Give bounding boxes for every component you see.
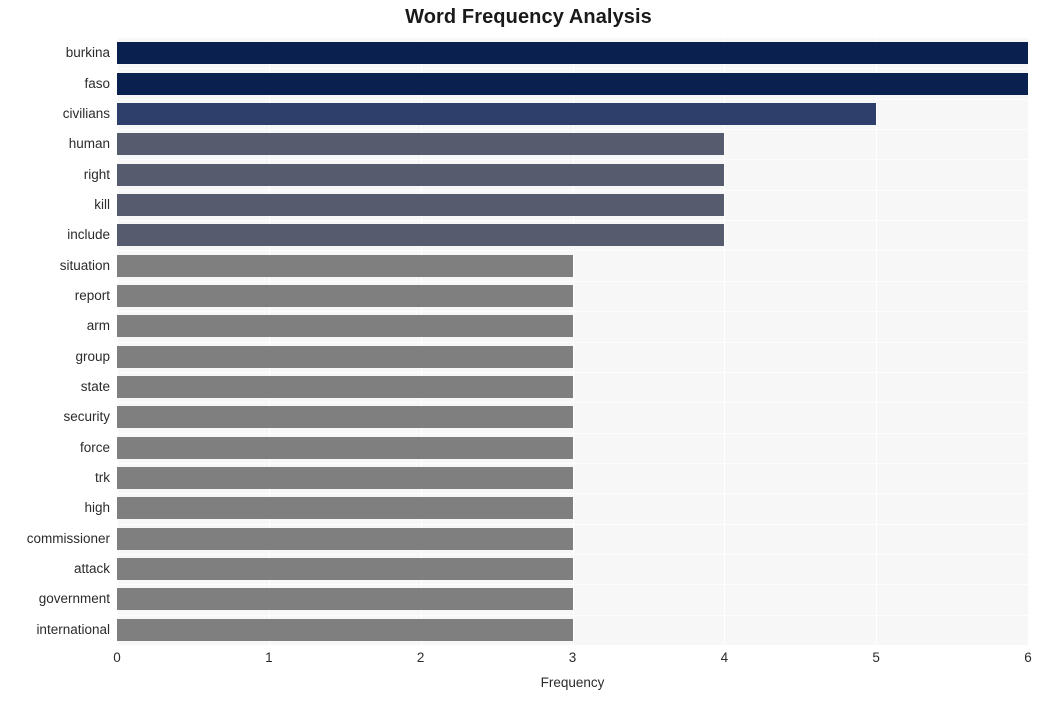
bar[interactable]: [117, 224, 725, 247]
y-axis-label: right: [83, 166, 110, 182]
word-frequency-chart: Word Frequency Analysis burkina faso civil…: [0, 0, 1057, 701]
bar[interactable]: [117, 193, 725, 216]
bar[interactable]: [117, 618, 573, 641]
gridline-horizontal: [117, 615, 1028, 616]
y-axis-label: attack: [73, 561, 110, 577]
gridline-horizontal: [117, 463, 1028, 464]
bar[interactable]: [117, 72, 1028, 95]
bar[interactable]: [117, 406, 573, 429]
y-axis-label: high: [84, 500, 110, 516]
gridline-horizontal: [117, 281, 1028, 282]
bar[interactable]: [117, 467, 573, 490]
bar[interactable]: [117, 588, 573, 611]
gridline-horizontal: [117, 372, 1028, 373]
x-axis-tick: 6: [1024, 650, 1032, 665]
y-axis-label: group: [75, 348, 110, 364]
y-axis-label: trk: [95, 470, 110, 486]
gridline-horizontal: [117, 190, 1028, 191]
bar[interactable]: [117, 133, 725, 156]
y-axis-label: situation: [59, 257, 110, 273]
gridline-horizontal: [117, 68, 1028, 69]
x-axis-tick: 5: [872, 650, 880, 665]
bar[interactable]: [117, 376, 573, 399]
bar[interactable]: [117, 527, 573, 550]
bar[interactable]: [117, 558, 573, 581]
y-axis-label: commissioner: [26, 530, 110, 546]
bar[interactable]: [117, 254, 573, 277]
y-axis-label: faso: [84, 75, 110, 91]
x-axis-tick: 3: [568, 650, 577, 665]
bar[interactable]: [117, 163, 725, 186]
gridline-horizontal: [117, 402, 1028, 403]
bar[interactable]: [117, 42, 1028, 65]
gridline-horizontal: [117, 584, 1028, 585]
gridline-horizontal: [117, 524, 1028, 525]
y-axis-label: burkina: [65, 45, 110, 61]
bar[interactable]: [117, 315, 573, 338]
bar[interactable]: [117, 497, 573, 520]
chart-title: Word Frequency Analysis: [405, 6, 652, 28]
y-axis-label: arm: [86, 318, 110, 334]
gridline-horizontal: [117, 159, 1028, 160]
x-axis-title: Frequency: [540, 675, 605, 690]
x-axis-tick: 2: [416, 650, 425, 665]
x-axis-tick-labels: 0 1 2 3 4 5 6: [0, 650, 1057, 672]
gridline-horizontal: [117, 129, 1028, 130]
gridline-horizontal: [117, 220, 1028, 221]
y-axis-label: security: [63, 409, 110, 425]
gridline-horizontal: [117, 250, 1028, 251]
y-axis-label: human: [68, 136, 110, 152]
gridline-horizontal: [117, 342, 1028, 343]
y-axis-label: report: [74, 287, 110, 303]
gridline-horizontal: [117, 311, 1028, 312]
bar[interactable]: [117, 284, 573, 307]
y-axis-label: international: [36, 621, 110, 637]
y-axis-label: force: [79, 439, 110, 455]
gridline-horizontal: [117, 99, 1028, 100]
gridline-horizontal: [117, 554, 1028, 555]
gridline-horizontal: [117, 433, 1028, 434]
y-axis-label: state: [80, 379, 110, 395]
y-axis-label: government: [38, 591, 110, 607]
y-axis-label: kill: [94, 196, 110, 212]
bar[interactable]: [117, 345, 573, 368]
bar[interactable]: [117, 436, 573, 459]
y-axis-labels: burkina faso civilians human right kill includ…: [0, 38, 110, 645]
y-axis-label: civilians: [62, 105, 110, 121]
x-axis-tick: 0: [113, 650, 121, 665]
bar[interactable]: [117, 102, 877, 125]
plot-area: [117, 38, 1029, 645]
gridline-horizontal: [117, 493, 1028, 494]
x-axis-tick: 4: [720, 650, 729, 665]
y-axis-label: include: [67, 227, 110, 243]
x-axis-tick: 1: [265, 650, 273, 665]
gridline-vertical: [1028, 38, 1029, 645]
